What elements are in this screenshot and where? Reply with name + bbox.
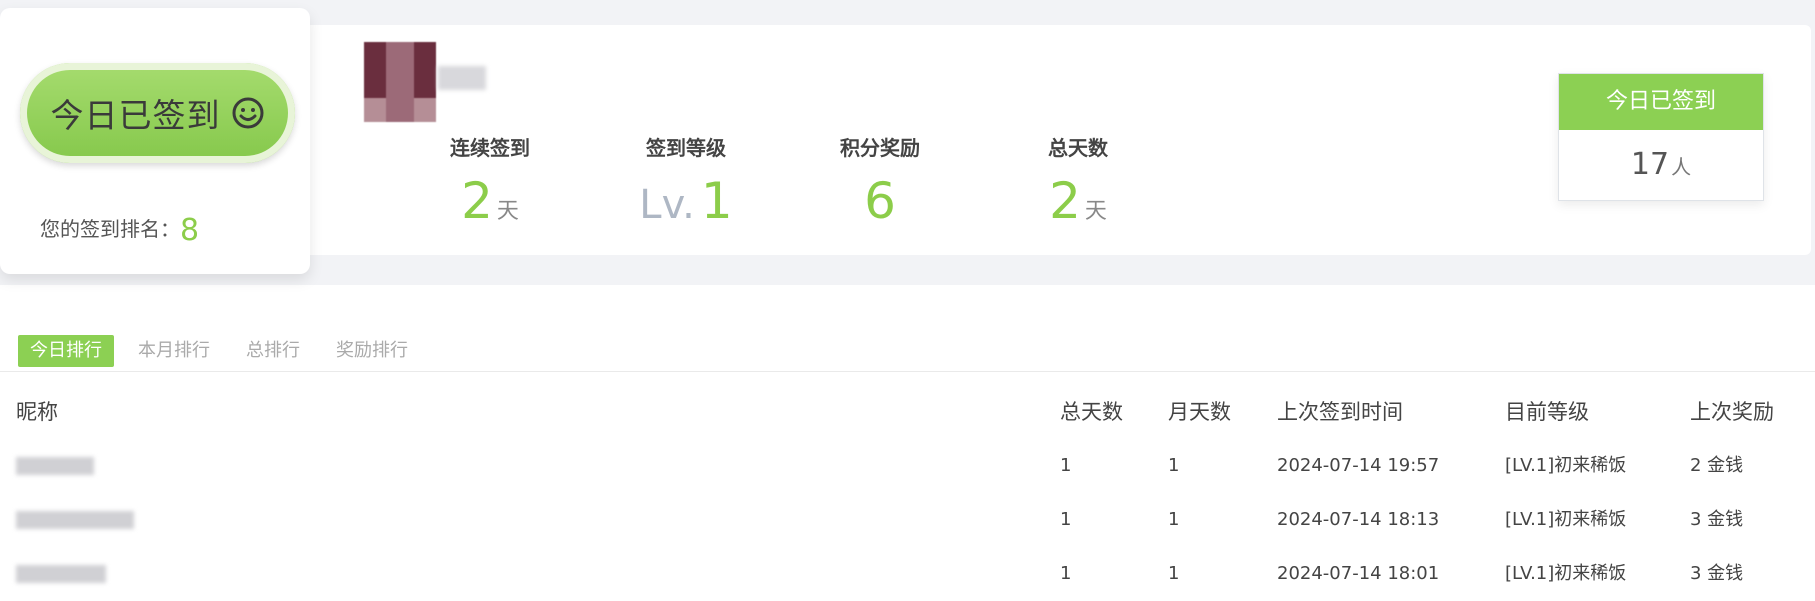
stat-points-reward: 积分奖励 6 xyxy=(790,132,970,227)
last-reward: 3 金钱 xyxy=(1690,509,1744,530)
table-row: 1 1 2024-07-14 19:57 [LV.1]初来稀饭 2 金钱 xyxy=(0,439,1815,493)
last-signin-time: 2024-07-14 19:57 xyxy=(1277,455,1440,476)
smile-icon xyxy=(231,96,265,130)
tab-today-ranking[interactable]: 今日排行 xyxy=(18,335,114,367)
signin-button-label: 今日已签到 xyxy=(50,96,221,135)
avatar[interactable] xyxy=(364,42,436,122)
stat-total-days: 总天数 2天 xyxy=(988,132,1168,238)
ranking-table: 昵称 总天数 月天数 上次签到时间 目前等级 上次奖励 1 1 2024-07-… xyxy=(0,385,1815,601)
total-days: 1 xyxy=(1060,455,1072,476)
current-level: [LV.1]初来稀饭 xyxy=(1505,509,1627,530)
table-header-row: 昵称 总天数 月天数 上次签到时间 目前等级 上次奖励 xyxy=(0,385,1815,439)
header-last-reward: 上次奖励 xyxy=(1690,400,1774,424)
today-box-title: 今日已签到 xyxy=(1559,74,1763,130)
header-last-signin: 上次签到时间 xyxy=(1277,400,1403,424)
stat-label: 积分奖励 xyxy=(840,136,920,160)
month-days: 1 xyxy=(1168,563,1180,584)
header-total-days: 总天数 xyxy=(1060,400,1123,424)
month-days: 1 xyxy=(1168,455,1180,476)
month-days: 1 xyxy=(1168,509,1180,530)
header-month-days: 月天数 xyxy=(1168,400,1231,424)
stat-value: Lv. 1 xyxy=(639,172,733,230)
stat-label: 连续签到 xyxy=(450,136,530,160)
nickname-link[interactable] xyxy=(16,493,134,547)
rank-label: 您的签到排名： xyxy=(40,217,180,241)
last-signin-time: 2024-07-14 18:13 xyxy=(1277,509,1440,530)
tab-month-ranking[interactable]: 本月排行 xyxy=(126,335,222,367)
ranking-tabs: 今日排行 本月排行 总排行 奖励排行 xyxy=(18,335,420,367)
current-level: [LV.1]初来稀饭 xyxy=(1505,455,1627,476)
total-days: 1 xyxy=(1060,563,1072,584)
last-reward: 2 金钱 xyxy=(1690,455,1744,476)
header-nickname: 昵称 xyxy=(16,400,58,424)
signed-in-today-button[interactable]: 今日已签到 xyxy=(20,63,295,163)
header-level: 目前等级 xyxy=(1505,400,1589,424)
stat-value: 2天 xyxy=(1049,172,1107,230)
stat-value: 2天 xyxy=(461,172,519,230)
total-days: 1 xyxy=(1060,509,1072,530)
table-row: 1 1 2024-07-14 18:13 [LV.1]初来稀饭 3 金钱 xyxy=(0,493,1815,547)
signin-summary-panel: 今日已签到 您的签到排名：8 连续签到 2天 签到等级 Lv. 1 积分奖励 6… xyxy=(0,0,1815,285)
signin-status-card: 今日已签到 您的签到排名：8 xyxy=(0,8,310,274)
nickname-link[interactable] xyxy=(16,439,94,493)
current-level: [LV.1]初来稀饭 xyxy=(1505,563,1627,584)
last-signin-time: 2024-07-14 18:01 xyxy=(1277,563,1440,584)
stat-label: 签到等级 xyxy=(646,136,726,160)
stat-consecutive-days: 连续签到 2天 xyxy=(400,132,580,238)
signin-rank: 您的签到排名：8 xyxy=(40,213,199,248)
nickname-link[interactable] xyxy=(16,547,106,601)
stat-label: 总天数 xyxy=(1048,136,1108,160)
username xyxy=(438,66,486,90)
stat-signin-level: 签到等级 Lv. 1 xyxy=(596,132,776,231)
tab-reward-ranking[interactable]: 奖励排行 xyxy=(324,335,420,367)
today-signin-count-box: 今日已签到 17 人 xyxy=(1558,73,1764,201)
rank-value: 8 xyxy=(180,213,200,248)
last-reward: 3 金钱 xyxy=(1690,563,1744,584)
today-box-count: 17 人 xyxy=(1630,147,1692,182)
stat-value: 6 xyxy=(864,172,896,230)
tabs-divider xyxy=(0,371,1815,372)
tab-total-ranking[interactable]: 总排行 xyxy=(234,335,312,367)
table-row: 1 1 2024-07-14 18:01 [LV.1]初来稀饭 3 金钱 xyxy=(0,547,1815,601)
